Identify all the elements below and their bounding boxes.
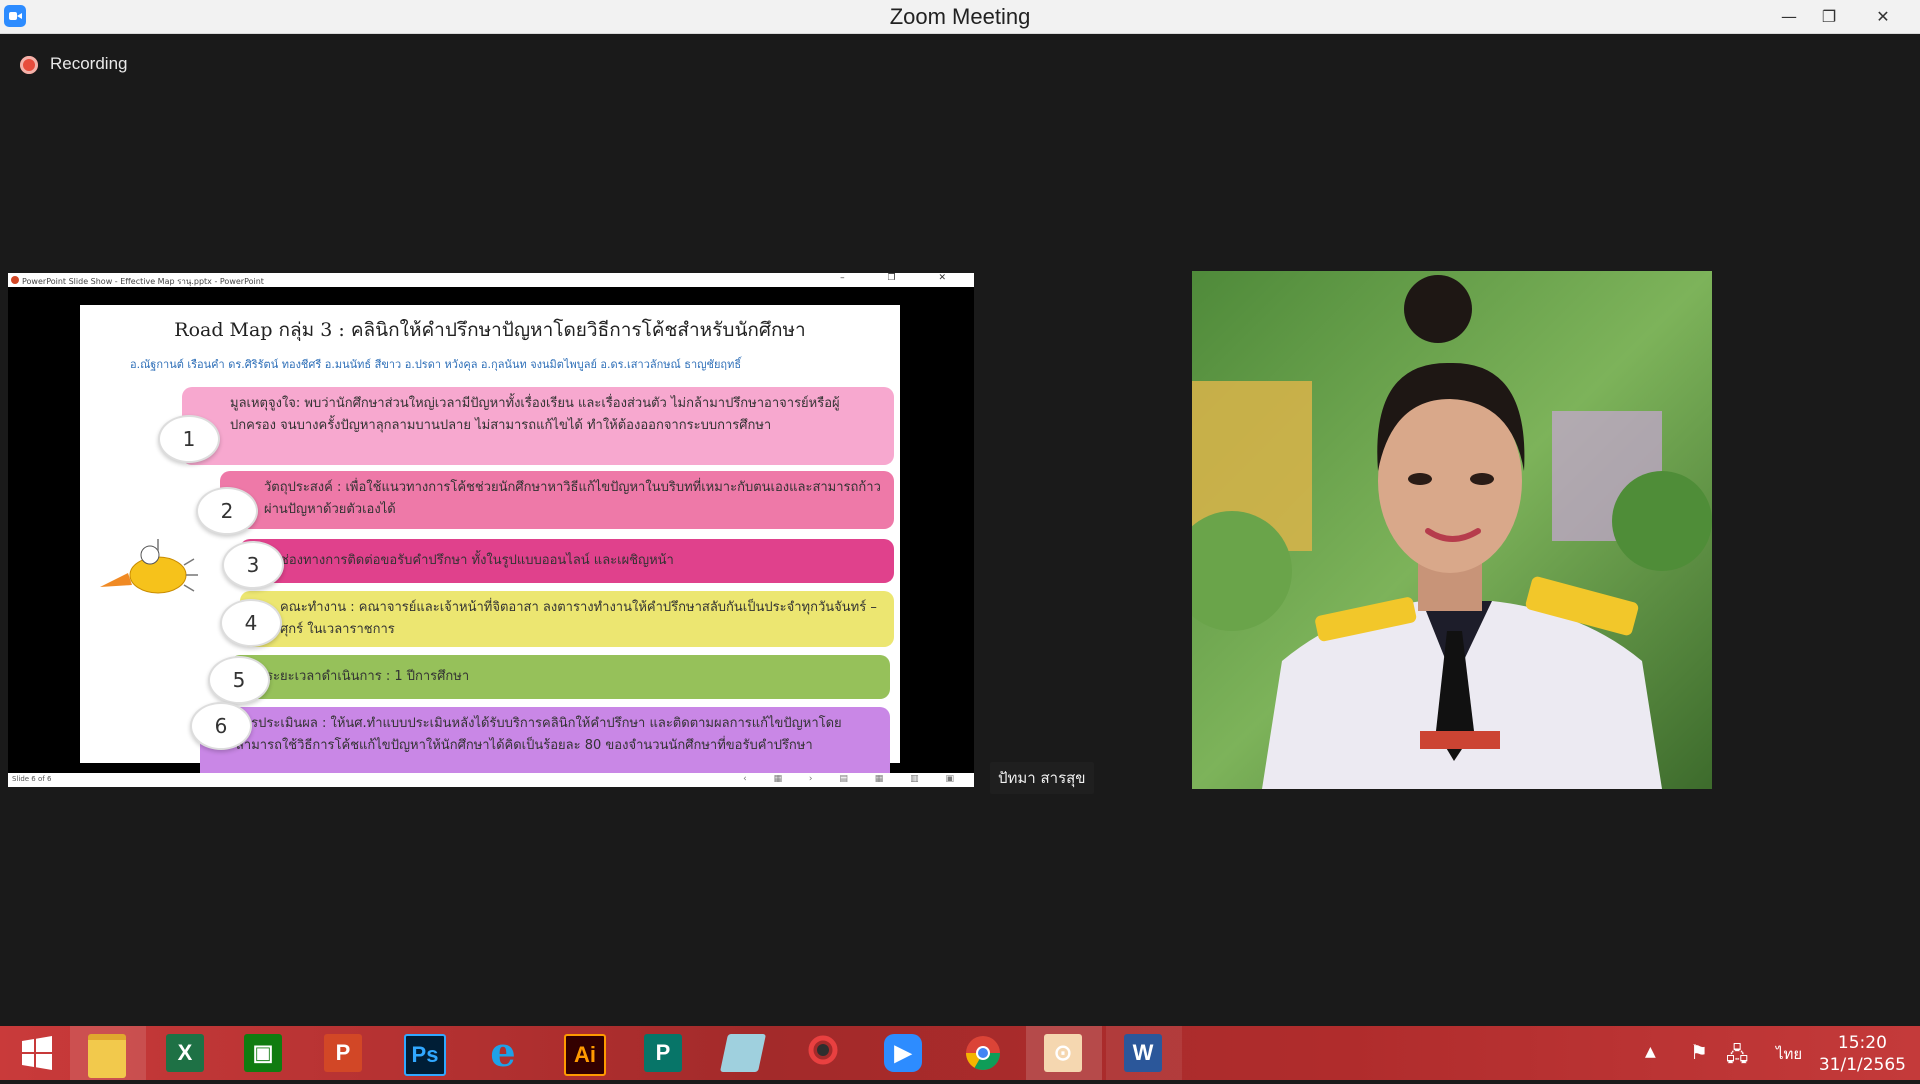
- zoom-icon: ▶: [884, 1034, 922, 1072]
- window-title: Zoom Meeting: [889, 4, 1031, 29]
- taskbar-photoshop[interactable]: Ps: [386, 1026, 462, 1080]
- photoshop-icon: Ps: [404, 1034, 446, 1076]
- slide: Road Map กลุ่ม 3 : คลินิกให้คำปรึกษาปัญห…: [80, 305, 900, 787]
- taskbar-zoom[interactable]: ▶: [866, 1026, 942, 1080]
- maximize-button[interactable]: ❐: [1806, 0, 1852, 33]
- excel-icon: X: [166, 1034, 204, 1072]
- lightbulb-cartoon-icon: [100, 539, 198, 594]
- shared-window-titlebar: PowerPoint Slide Show - Effective Map รา…: [8, 273, 974, 287]
- slide-title: Road Map กลุ่ม 3 : คลินิกให้คำปรึกษาปัญห…: [174, 319, 806, 341]
- windows-icon: [22, 1036, 52, 1070]
- step-number-3: 3: [222, 541, 284, 589]
- clock-date: 31/1/2565: [1818, 1055, 1906, 1075]
- illustrator-icon: Ai: [564, 1034, 606, 1076]
- step-number-1: 1: [158, 415, 220, 463]
- photoscape-icon: [804, 1034, 842, 1072]
- roadmap-item-4-text: คณะทำงาน : คณาจารย์และเจ้าหน้าที่จิตอาสา…: [280, 600, 877, 637]
- roadmap-item-3: ช่องทางการติดต่อขอรับคำปรึกษา ทั้งในรูปแ…: [240, 539, 894, 583]
- taskbar-powerpoint[interactable]: P: [306, 1026, 382, 1080]
- slide-authors: อ.ณัฐกานต์ เรือนคำ ดร.ศิริรัตน์ ทองชีศรี…: [130, 358, 742, 371]
- input-language[interactable]: ไทย: [1776, 1042, 1802, 1066]
- participant-video[interactable]: [1192, 271, 1712, 789]
- internet-explorer-icon: e: [490, 1029, 516, 1076]
- taskbar-file-explorer[interactable]: [70, 1026, 146, 1080]
- step-number-6: 6: [190, 702, 252, 750]
- taskbar-publisher[interactable]: P: [626, 1026, 702, 1080]
- powerpoint-icon: P: [324, 1034, 362, 1072]
- taskbar: X ▣ P Ps e Ai P ▶ ⊙ W ▲ ⚑ 🖧 ไทย 15:20 31…: [0, 1026, 1920, 1080]
- roadmap-item-4: คณะทำงาน : คณาจารย์และเจ้าหน้าที่จิตอาสา…: [240, 591, 894, 647]
- store-icon: ▣: [244, 1034, 282, 1072]
- taskbar-excel[interactable]: X: [148, 1026, 224, 1080]
- taskbar-photos[interactable]: ⊙: [1026, 1026, 1102, 1080]
- shared-screen: PowerPoint Slide Show - Effective Map รา…: [8, 273, 974, 787]
- roadmap-item-1: มูลเหตุจูงใจ: พบว่านักศึกษาส่วนใหญ่เวลาม…: [182, 387, 894, 465]
- publisher-icon: P: [644, 1034, 682, 1072]
- roadmap-item-6-text: การประเมินผล : ให้นศ.ทำแบบประเมินหลังได้…: [236, 716, 842, 753]
- chrome-icon: [966, 1036, 1000, 1070]
- shared-window-title: PowerPoint Slide Show - Effective Map รา…: [22, 277, 264, 286]
- show-hidden-icons-icon[interactable]: ▲: [1645, 1044, 1656, 1060]
- folder-icon: [88, 1034, 126, 1078]
- notepad-icon: [719, 1034, 767, 1072]
- roadmap-item-2: วัตถุประสงค์ : เพื่อใช้แนวทางการโค้ชช่วย…: [220, 471, 894, 529]
- action-center-flag-icon[interactable]: ⚑: [1690, 1040, 1708, 1064]
- step-number-2: 2: [196, 487, 258, 535]
- roadmap-item-5: ระยะเวลาดำเนินการ : 1 ปีการศึกษา: [230, 655, 890, 699]
- system-clock[interactable]: 15:20 31/1/2565: [1819, 1032, 1906, 1076]
- slide-counter: Slide 6 of 6: [12, 775, 52, 783]
- roadmap-item-2-text: วัตถุประสงค์ : เพื่อใช้แนวทางการโค้ชช่วย…: [264, 480, 881, 517]
- taskbar-chrome[interactable]: [946, 1026, 1022, 1080]
- close-button[interactable]: ✕: [1860, 0, 1906, 33]
- recording-label: Recording: [50, 54, 128, 73]
- roadmap-item-1-text: มูลเหตุจูงใจ: พบว่านักศึกษาส่วนใหญ่เวลาม…: [230, 396, 840, 433]
- start-button[interactable]: [0, 1026, 76, 1080]
- step-number-5: 5: [208, 656, 270, 704]
- taskbar-internet-explorer[interactable]: e: [466, 1026, 542, 1080]
- clock-time: 15:20: [1837, 1033, 1887, 1053]
- participant-photo: [1192, 271, 1712, 789]
- slide-navigation: ‹ ▦ › ▤ ▦ ▥ ▣: [743, 774, 966, 784]
- slide-status-bar: Slide 6 of 6 ‹ ▦ › ▤ ▦ ▥ ▣: [8, 773, 974, 787]
- taskbar-illustrator[interactable]: Ai: [546, 1026, 622, 1080]
- taskbar-notepad[interactable]: [706, 1026, 782, 1080]
- word-icon: W: [1124, 1034, 1162, 1072]
- roadmap-item-3-text: ช่องทางการติดต่อขอรับคำปรึกษา ทั้งในรูปแ…: [280, 553, 674, 568]
- powerpoint-icon: [11, 276, 19, 284]
- roadmap-item-5-text: ระยะเวลาดำเนินการ : 1 ปีการศึกษา: [266, 669, 470, 684]
- taskbar-word[interactable]: W: [1106, 1026, 1182, 1080]
- taskbar-store[interactable]: ▣: [226, 1026, 302, 1080]
- participant-name-label: ปัทมา สารสุข: [990, 762, 1094, 794]
- step-number-4: 4: [220, 599, 282, 647]
- shared-window-controls: – ❐ ✕: [840, 273, 966, 283]
- title-bar: Zoom Meeting — ❐ ✕: [0, 0, 1920, 34]
- photos-icon: ⊙: [1044, 1034, 1082, 1072]
- record-icon: [20, 56, 38, 74]
- taskbar-photoscape[interactable]: [786, 1026, 862, 1080]
- network-icon[interactable]: 🖧: [1726, 1040, 1748, 1074]
